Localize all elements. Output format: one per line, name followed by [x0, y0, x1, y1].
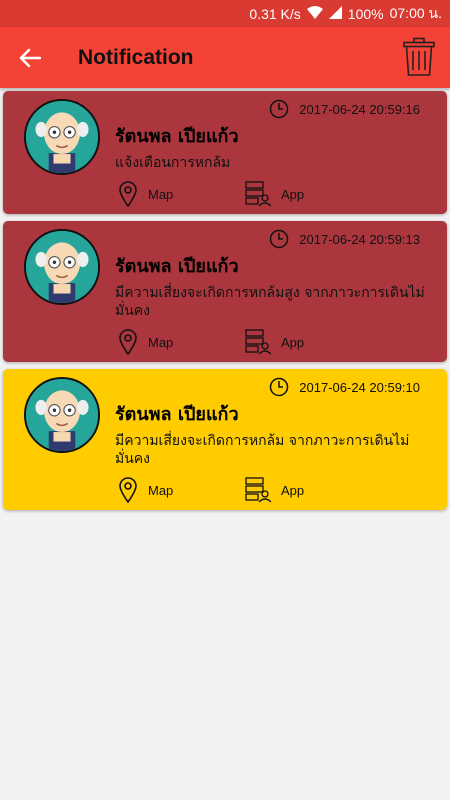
notification-card[interactable]: 2017-06-24 20:59:13 รัตนพล เปียแก้ว มีคว…	[3, 221, 447, 362]
clock-icon	[270, 377, 289, 397]
map-button[interactable]: Map	[118, 329, 173, 355]
page-title: Notification	[78, 45, 194, 69]
app-button[interactable]: App	[245, 477, 304, 503]
battery-level: 100%	[347, 5, 384, 22]
app-bar: Notification	[0, 27, 450, 88]
clock: 07:00 น.	[389, 4, 442, 21]
patient-name: รัตนพล เปียแก้ว	[115, 256, 239, 277]
notification-card[interactable]: 2017-06-24 20:59:10 รัตนพล เปียแก้ว มีคว…	[3, 369, 447, 510]
avatar	[24, 377, 100, 453]
app-button[interactable]: App	[245, 181, 304, 207]
server-user-icon	[245, 477, 271, 503]
server-user-icon	[245, 181, 271, 207]
clock-icon	[270, 99, 289, 119]
delete-all-button[interactable]	[402, 37, 436, 77]
map-pin-icon	[119, 181, 137, 207]
avatar	[24, 99, 100, 175]
timestamp-text: 2017-06-24 20:59:10	[299, 379, 420, 395]
server-user-icon	[245, 329, 271, 355]
timestamp: 2017-06-24 20:59:16	[269, 99, 420, 119]
map-pin-icon	[119, 329, 137, 355]
wifi-icon	[306, 5, 323, 22]
map-button[interactable]: Map	[118, 181, 173, 207]
timestamp: 2017-06-24 20:59:13	[269, 229, 420, 249]
notification-message: แจ้งเตือนการหกล้ม	[115, 155, 231, 171]
signal-icon	[328, 5, 342, 22]
patient-name: รัตนพล เปียแก้ว	[115, 126, 239, 147]
app-label: App	[281, 482, 305, 498]
back-button[interactable]	[0, 27, 60, 88]
notification-card[interactable]: 2017-06-24 20:59:16 รัตนพล เปียแก้ว แจ้ง…	[3, 91, 447, 214]
map-label: Map	[148, 186, 174, 202]
timestamp: 2017-06-24 20:59:10	[269, 377, 420, 397]
timestamp-text: 2017-06-24 20:59:13	[299, 231, 420, 247]
notification-message: มีความเสี่ยงจะเกิดการหกล้ม จากภาวะการเดิ…	[115, 433, 410, 467]
status-bar: 0.31 K/s 100% 07:00 น.	[0, 0, 450, 27]
notification-message: มีความเสี่ยงจะเกิดการหกล้มสูง จากภาวะการ…	[115, 285, 425, 319]
network-speed: 0.31 K/s	[249, 5, 301, 22]
clock-icon	[270, 229, 289, 249]
notification-list: 2017-06-24 20:59:16 รัตนพล เปียแก้ว แจ้ง…	[0, 88, 450, 520]
map-label: Map	[148, 334, 174, 350]
app-label: App	[281, 334, 305, 350]
trash-icon	[403, 37, 435, 76]
map-label: Map	[148, 482, 174, 498]
app-button[interactable]: App	[245, 329, 304, 355]
app-label: App	[281, 186, 305, 202]
patient-name: รัตนพล เปียแก้ว	[115, 404, 239, 425]
avatar	[24, 229, 100, 305]
timestamp-text: 2017-06-24 20:59:16	[299, 101, 420, 117]
map-button[interactable]: Map	[118, 477, 173, 503]
map-pin-icon	[119, 477, 137, 503]
back-arrow-icon	[19, 48, 41, 67]
